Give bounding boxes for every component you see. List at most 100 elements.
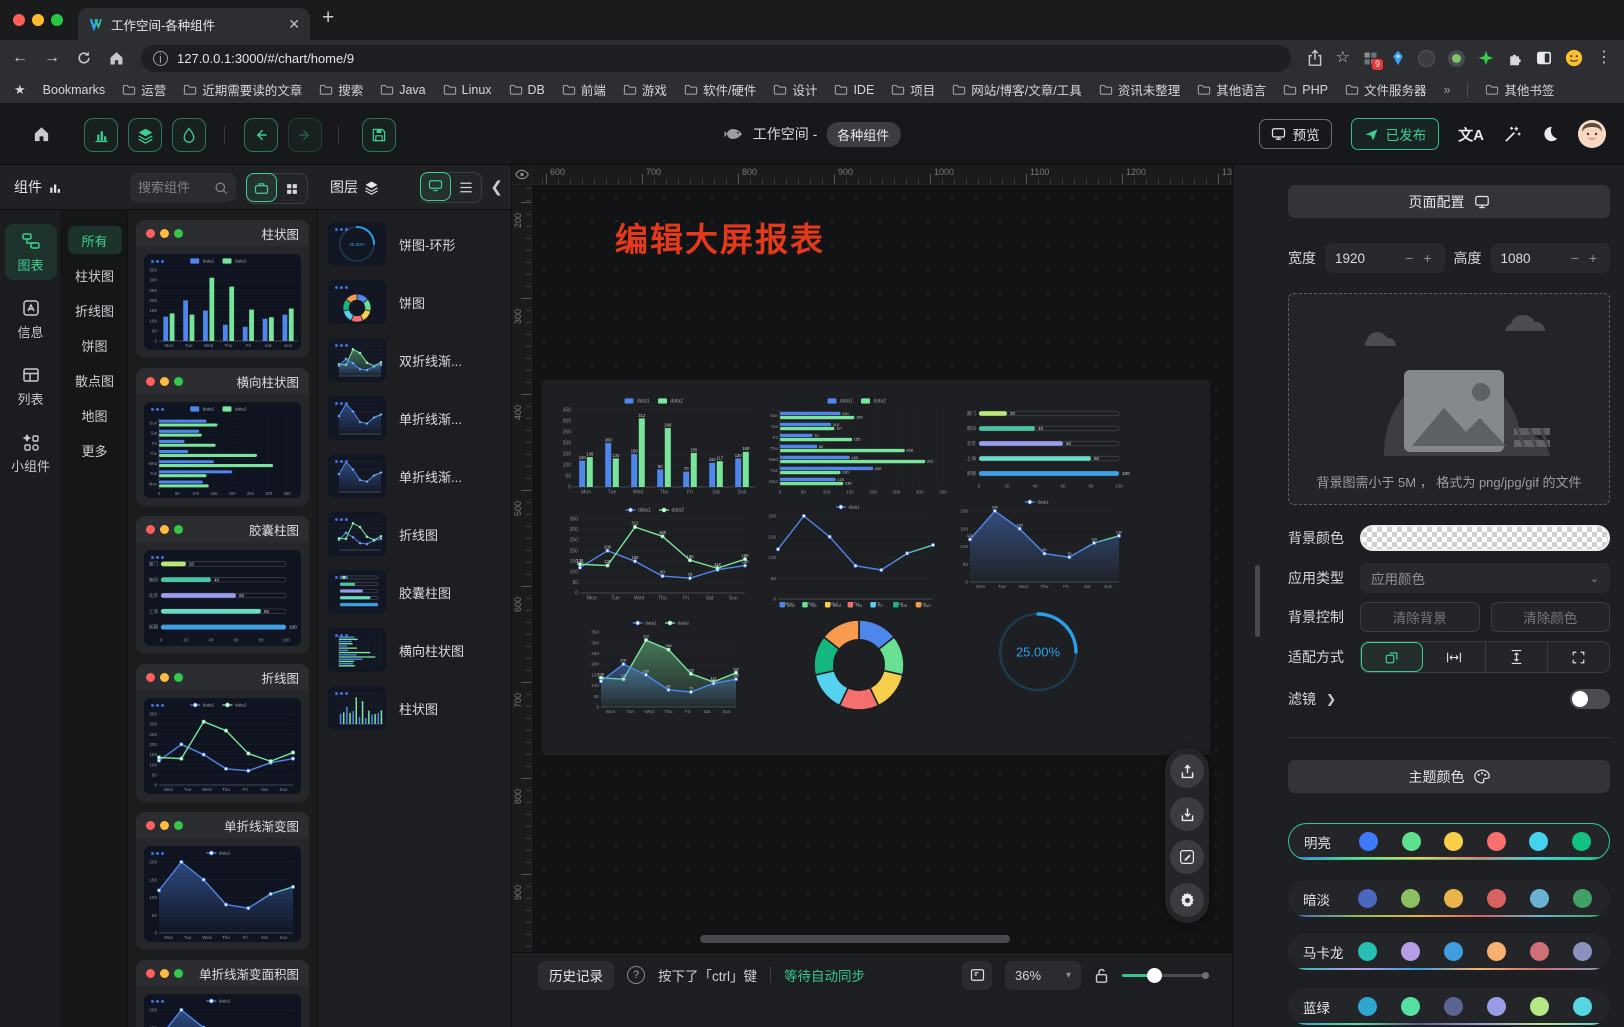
slider-knob[interactable]	[1147, 968, 1162, 983]
site-info-icon[interactable]: i	[153, 51, 168, 66]
category-item[interactable]: 饼图	[68, 331, 122, 359]
search-input[interactable]	[138, 180, 210, 195]
toolbox-view-button[interactable]	[246, 173, 277, 202]
nav-item-charts[interactable]: 图表	[5, 224, 57, 280]
bookmark-folder[interactable]: 近期需要读的文章	[183, 80, 302, 99]
puzzle-extensions-icon[interactable]	[1507, 50, 1523, 66]
extension-icon[interactable]	[1448, 50, 1465, 67]
component-search[interactable]	[130, 173, 236, 202]
bookmark-folder[interactable]: 资讯未整理	[1099, 80, 1181, 99]
layer-item[interactable]: 折线图	[328, 512, 501, 556]
sidebar-toggle-icon[interactable]	[1536, 51, 1552, 65]
bookmark-folder[interactable]: 前端	[562, 80, 606, 99]
preview-button[interactable]: 预览	[1259, 119, 1332, 149]
layer-item[interactable]: 25.00%饼图-环形	[328, 222, 501, 266]
bookmarks-overflow[interactable]: »	[1443, 83, 1450, 97]
category-item[interactable]: 所有	[68, 226, 122, 254]
fit-width-button[interactable]	[1423, 642, 1485, 672]
chevron-right-icon[interactable]: ❯	[1326, 692, 1336, 706]
fit-stretch-button[interactable]	[1548, 642, 1609, 672]
component-card[interactable]: 折线图data1data2050100150200250300350MonTue…	[136, 664, 309, 802]
horizontal-bar-chart[interactable]: data1data2050100150200250300350Sun130160…	[765, 394, 957, 496]
bg-color-swatch[interactable]	[1360, 525, 1610, 551]
profile-avatar[interactable]	[1565, 49, 1583, 67]
category-item[interactable]: 柱状图	[68, 261, 122, 289]
extension-icon[interactable]	[1418, 50, 1435, 67]
new-tab-button[interactable]: +	[322, 6, 334, 30]
history-button[interactable]: 历史记录	[538, 961, 614, 990]
language-switch-icon[interactable]: 文A	[1458, 124, 1484, 145]
bookmark-folder[interactable]: 游戏	[623, 80, 667, 99]
import-button[interactable]	[1170, 797, 1204, 831]
extension-icon[interactable]: 9	[1363, 51, 1378, 66]
bookmark-folder[interactable]: PHP	[1283, 83, 1328, 97]
settings-button[interactable]	[1170, 883, 1204, 917]
bookmark-folder[interactable]: IDE	[834, 83, 874, 97]
home-icon[interactable]	[108, 50, 125, 67]
theme-row[interactable]: 明亮	[1288, 823, 1610, 860]
layer-item[interactable]: 双折线渐...	[328, 338, 501, 382]
gradient-area-chart[interactable]: data1data2050100150200250300350136130312…	[586, 616, 744, 716]
details-toggle-button[interactable]	[172, 118, 206, 152]
bookmark-folder[interactable]: 软件/硬件	[684, 80, 756, 99]
stepper-icons[interactable]: − +	[1571, 250, 1600, 266]
category-item[interactable]: 折线图	[68, 296, 122, 324]
width-input[interactable]: 1920− +	[1325, 243, 1445, 273]
traffic-light-zoom[interactable]	[51, 14, 63, 26]
dark-mode-moon-icon[interactable]	[1541, 125, 1559, 143]
bookmark-folder[interactable]: Java	[380, 83, 425, 97]
layer-item[interactable]: 柱状图	[328, 686, 501, 730]
layer-item[interactable]: 饼图	[328, 280, 501, 324]
height-input[interactable]: 1080− +	[1491, 243, 1611, 273]
layer-item[interactable]: 胶囊柱图	[328, 570, 501, 614]
filter-toggle[interactable]	[1570, 689, 1610, 709]
nav-item-info[interactable]: 信息	[5, 291, 57, 347]
extension-star-icon[interactable]	[1478, 50, 1494, 66]
bookmark-folder[interactable]: 其他语言	[1197, 80, 1266, 99]
browser-tab[interactable]: 工作空间-各种组件 ✕	[78, 8, 310, 40]
magic-wand-icon[interactable]	[1503, 125, 1522, 144]
layers-toggle-button[interactable]	[128, 118, 162, 152]
zoom-select[interactable]: 36%▾	[1005, 961, 1081, 990]
bookmark-folder[interactable]: 文件服务器	[1345, 80, 1427, 99]
clear-color-button[interactable]: 清除颜色	[1491, 602, 1611, 632]
fit-auto-button[interactable]	[1361, 642, 1423, 672]
bookmark-star-icon[interactable]: ☆	[1336, 50, 1350, 66]
single-line-chart[interactable]: data1050100150200MonTueWedThuFriSatSun	[763, 500, 941, 608]
tab-close-icon[interactable]: ✕	[288, 17, 300, 31]
category-item[interactable]: 更多	[68, 436, 122, 464]
stepper-icons[interactable]: − +	[1405, 250, 1434, 266]
other-bookmarks[interactable]: 其他书签	[1485, 80, 1554, 99]
category-item[interactable]: 散点图	[68, 366, 122, 394]
unlock-icon[interactable]	[1094, 967, 1109, 984]
refresh-icon[interactable]	[76, 50, 92, 66]
collapse-panel-icon[interactable]: ❮	[490, 178, 503, 196]
grid-view-button[interactable]	[276, 174, 307, 203]
nav-item-list[interactable]: 列表	[5, 358, 57, 414]
component-card[interactable]: 单折线渐变图data1050100150200MonTueWedThuFriSa…	[136, 812, 309, 950]
dashboard-group[interactable]: data1data2050100150200250300350120136200…	[542, 380, 1210, 755]
workspace-name-badge[interactable]: 各种组件	[826, 122, 900, 147]
browser-menu-icon[interactable]: ⋮	[1596, 50, 1612, 66]
ring-progress-chart[interactable]: 25.00%	[985, 606, 1091, 698]
page-config-button[interactable]: 页面配置	[1288, 185, 1610, 218]
bookmark-folder[interactable]: 设计	[773, 80, 817, 99]
nav-item-widgets[interactable]: 小组件	[5, 425, 57, 481]
screen-title-text[interactable]: 编辑大屏报表	[615, 213, 825, 261]
traffic-light-close[interactable]	[13, 14, 25, 26]
bar-chart[interactable]: data1data2050100150200250300350120136200…	[558, 394, 758, 496]
share-icon[interactable]	[1307, 49, 1323, 67]
components-toggle-button[interactable]	[84, 118, 118, 152]
export-button[interactable]	[1170, 754, 1204, 788]
home-icon[interactable]	[32, 125, 51, 144]
app-type-select[interactable]: 应用颜色⌄	[1360, 563, 1610, 593]
fit-height-button[interactable]	[1486, 642, 1548, 672]
line-chart[interactable]: data1data2050100150200250300350120200150…	[565, 503, 753, 602]
forward-icon[interactable]: →	[44, 50, 60, 66]
traffic-light-minimize[interactable]	[32, 14, 44, 26]
canvas-content[interactable]: 编辑大屏报表 data1data205010015020025030035012…	[532, 185, 1232, 1027]
gradient-line-chart[interactable]: data10501001502001202001508070110130MonT…	[955, 495, 1127, 591]
eye-icon[interactable]	[515, 169, 529, 180]
layer-item[interactable]: 单折线渐...	[328, 396, 501, 440]
theme-color-button[interactable]: 主题颜色	[1288, 760, 1610, 793]
